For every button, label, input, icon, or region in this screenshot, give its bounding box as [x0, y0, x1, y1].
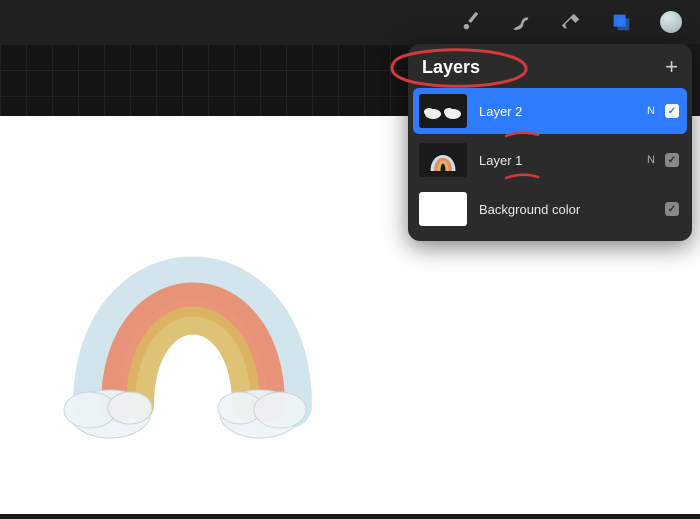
layer-row-layer1[interactable]: Layer 1 N [413, 137, 687, 183]
eraser-icon[interactable] [560, 11, 582, 33]
layers-icon[interactable] [610, 11, 632, 33]
layer-thumbnail [419, 192, 467, 226]
top-toolbar [0, 0, 700, 44]
layers-list: Layer 2 N Layer 1 N Background color [408, 88, 692, 241]
smudge-icon[interactable] [510, 11, 532, 33]
layer-name-label: Layer 1 [479, 153, 647, 168]
color-swatch-icon[interactable] [660, 11, 682, 33]
layer-blend-mode[interactable]: N [647, 105, 655, 117]
layer-name-label: Layer 2 [479, 104, 647, 119]
paint-brush-icon[interactable] [460, 11, 482, 33]
layer-row-background[interactable]: Background color [413, 186, 687, 232]
layer-thumbnail [419, 143, 467, 177]
layer-visibility-checkbox[interactable] [665, 153, 679, 167]
layer-thumbnail [419, 94, 467, 128]
layers-panel-title: Layers [422, 57, 480, 78]
canvas-grid-strip [0, 44, 408, 116]
layer-name-label: Background color [479, 202, 665, 217]
layers-panel-header: Layers + [408, 44, 692, 88]
layer-visibility-checkbox[interactable] [665, 202, 679, 216]
layer-blend-mode[interactable]: N [647, 154, 655, 166]
layer-row-layer2[interactable]: Layer 2 N [413, 88, 687, 134]
layers-panel: Layers + Layer 2 N [408, 44, 692, 241]
add-layer-button[interactable]: + [665, 56, 678, 78]
layer-visibility-checkbox[interactable] [665, 104, 679, 118]
